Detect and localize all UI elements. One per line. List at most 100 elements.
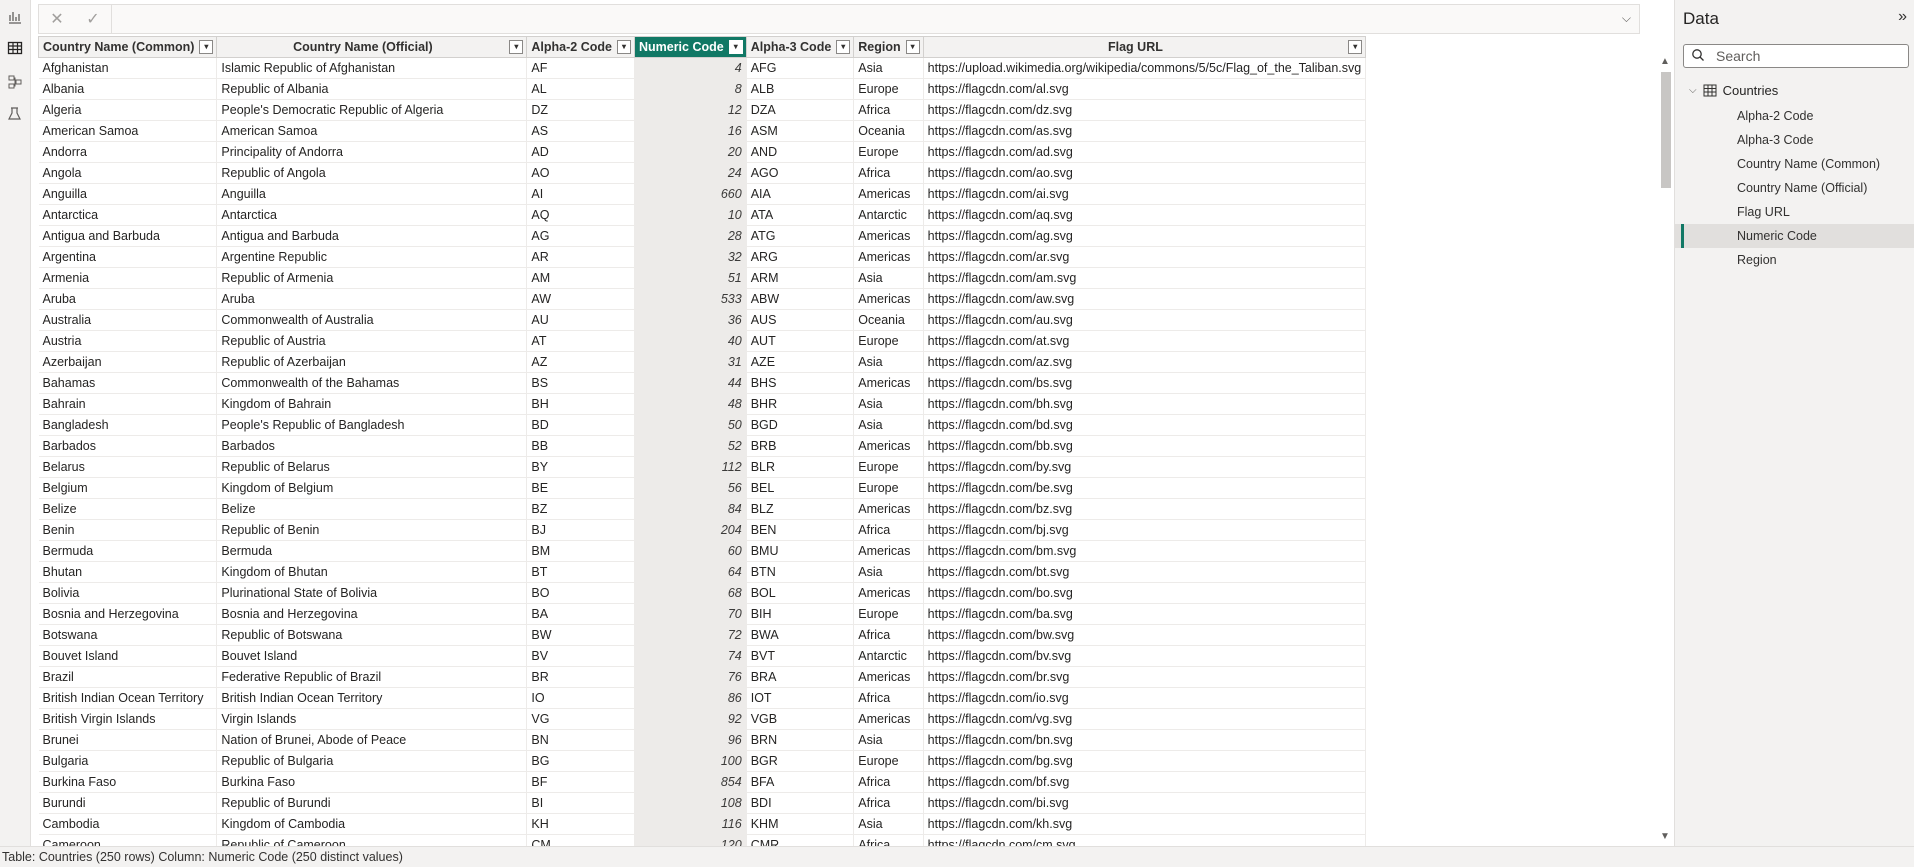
table-cell[interactable]: Azerbaijan xyxy=(38,351,218,373)
table-cell[interactable]: https://flagcdn.com/az.svg xyxy=(923,351,1367,373)
table-cell[interactable]: https://flagcdn.com/bw.svg xyxy=(923,624,1367,646)
table-cell[interactable]: BJ xyxy=(526,519,635,541)
table-cell[interactable]: https://flagcdn.com/ad.svg xyxy=(923,141,1367,163)
table-cell[interactable]: https://flagcdn.com/ao.svg xyxy=(923,162,1367,184)
table-cell[interactable]: Europe xyxy=(853,78,924,100)
table-cell[interactable]: AIA xyxy=(746,183,855,205)
table-cell[interactable]: Andorra xyxy=(38,141,218,163)
table-cell[interactable]: 120 xyxy=(634,834,747,846)
table-cell[interactable]: Antigua and Barbuda xyxy=(38,225,218,247)
filter-dropdown-icon[interactable]: ▾ xyxy=(836,40,851,54)
table-cell[interactable]: https://flagcdn.com/am.svg xyxy=(923,267,1367,289)
table-cell[interactable]: Republic of Albania xyxy=(216,78,528,100)
table-cell[interactable]: BRB xyxy=(746,435,855,457)
filter-dropdown-icon[interactable]: ▾ xyxy=(199,40,214,54)
table-cell[interactable]: 112 xyxy=(634,456,747,478)
filter-dropdown-icon[interactable]: ▾ xyxy=(728,40,743,54)
table-row[interactable]: Bangladesh People's Republic of Banglades… xyxy=(38,414,1367,436)
field-item[interactable]: Country Name (Common) xyxy=(1675,152,1914,176)
field-item[interactable]: Alpha-3 Code xyxy=(1675,128,1914,152)
table-cell[interactable]: Africa xyxy=(853,519,924,541)
table-row[interactable]: Argentina Argentine Republic AR 32 ARG Americ… xyxy=(38,246,1367,268)
table-cell[interactable]: Europe xyxy=(853,141,924,163)
table-cell[interactable]: BOL xyxy=(746,582,855,604)
table-cell[interactable]: Americas xyxy=(853,225,924,247)
column-header[interactable]: Country Name (Common) ▾ xyxy=(38,36,218,58)
table-cell[interactable]: DZA xyxy=(746,99,855,121)
table-cell[interactable]: Americas xyxy=(853,666,924,688)
table-cell[interactable]: People's Republic of Bangladesh xyxy=(216,414,528,436)
filter-dropdown-icon[interactable]: ▾ xyxy=(509,40,524,54)
table-row[interactable]: Burundi Republic of Burundi BI 108 BDI Africa… xyxy=(38,792,1367,814)
table-cell[interactable]: https://flagcdn.com/by.svg xyxy=(923,456,1367,478)
table-cell[interactable]: AG xyxy=(526,225,635,247)
table-cell[interactable]: https://flagcdn.com/ag.svg xyxy=(923,225,1367,247)
table-cell[interactable]: https://flagcdn.com/bz.svg xyxy=(923,498,1367,520)
table-cell[interactable]: https://flagcdn.com/al.svg xyxy=(923,78,1367,100)
table-cell[interactable]: ABW xyxy=(746,288,855,310)
table-row[interactable]: British Indian Ocean Territory British In… xyxy=(38,687,1367,709)
table-row[interactable]: Bahamas Commonwealth of the Bahamas BS 44 BH… xyxy=(38,372,1367,394)
table-cell[interactable]: Brunei xyxy=(38,729,218,751)
table-cell[interactable]: 108 xyxy=(634,792,747,814)
table-cell[interactable]: BE xyxy=(526,477,635,499)
table-cell[interactable]: https://flagcdn.com/bm.svg xyxy=(923,540,1367,562)
table-cell[interactable]: Americas xyxy=(853,372,924,394)
table-cell[interactable]: Principality of Andorra xyxy=(216,141,528,163)
table-cell[interactable]: Antigua and Barbuda xyxy=(216,225,528,247)
table-cell[interactable]: 116 xyxy=(634,813,747,835)
table-cell[interactable]: Argentine Republic xyxy=(216,246,528,268)
table-cell[interactable]: Antarctic xyxy=(853,204,924,226)
table-cell[interactable]: Asia xyxy=(853,561,924,583)
table-cell[interactable]: AO xyxy=(526,162,635,184)
table-cell[interactable]: 28 xyxy=(634,225,747,247)
table-cell[interactable]: BI xyxy=(526,792,635,814)
table-cell[interactable]: British Indian Ocean Territory xyxy=(216,687,528,709)
field-item[interactable]: Country Name (Official) xyxy=(1675,176,1914,200)
table-cell[interactable]: Republic of Angola xyxy=(216,162,528,184)
table-cell[interactable]: BRA xyxy=(746,666,855,688)
table-cell[interactable]: 76 xyxy=(634,666,747,688)
table-cell[interactable]: https://flagcdn.com/at.svg xyxy=(923,330,1367,352)
table-cell[interactable]: ALB xyxy=(746,78,855,100)
table-cell[interactable]: ATA xyxy=(746,204,855,226)
table-cell[interactable]: Cambodia xyxy=(38,813,218,835)
table-cell[interactable]: Americas xyxy=(853,183,924,205)
table-cell[interactable]: Virgin Islands xyxy=(216,708,528,730)
table-view-button[interactable] xyxy=(4,37,26,59)
table-cell[interactable]: Asia xyxy=(853,813,924,835)
table-cell[interactable]: AUS xyxy=(746,309,855,331)
table-row[interactable]: Bosnia and Herzegovina Bosnia and Herzego… xyxy=(38,603,1367,625)
table-cell[interactable]: BGR xyxy=(746,750,855,772)
table-cell[interactable]: Bahamas xyxy=(38,372,218,394)
table-cell[interactable]: 100 xyxy=(634,750,747,772)
table-cell[interactable]: BRN xyxy=(746,729,855,751)
check-icon[interactable]: ✓ xyxy=(86,9,99,29)
table-row[interactable]: Botswana Republic of Botswana BW 72 BWA Afric… xyxy=(38,624,1367,646)
table-cell[interactable]: BVT xyxy=(746,645,855,667)
table-cell[interactable]: Nation of Brunei, Abode of Peace xyxy=(216,729,528,751)
table-cell[interactable]: Asia xyxy=(853,393,924,415)
column-header[interactable]: Alpha-2 Code ▾ xyxy=(526,36,635,58)
table-cell[interactable]: CMR xyxy=(746,834,855,846)
table-cell[interactable]: BD xyxy=(526,414,635,436)
table-cell[interactable]: Islamic Republic of Afghanistan xyxy=(216,57,528,79)
table-cell[interactable]: Plurinational State of Bolivia xyxy=(216,582,528,604)
table-row[interactable]: Australia Commonwealth of Australia AU 36 AU… xyxy=(38,309,1367,331)
table-cell[interactable]: https://flagcdn.com/bo.svg xyxy=(923,582,1367,604)
table-cell[interactable]: BY xyxy=(526,456,635,478)
table-cell[interactable]: 16 xyxy=(634,120,747,142)
table-row[interactable]: Cameroon Republic of Cameroon CM 120 CMR Afri… xyxy=(38,834,1367,846)
table-cell[interactable]: IO xyxy=(526,687,635,709)
table-cell[interactable]: AT xyxy=(526,330,635,352)
table-cell[interactable]: British Indian Ocean Territory xyxy=(38,687,218,709)
table-cell[interactable]: Antarctica xyxy=(38,204,218,226)
table-cell[interactable]: Africa xyxy=(853,687,924,709)
table-cell[interactable]: AM xyxy=(526,267,635,289)
table-cell[interactable]: Kingdom of Belgium xyxy=(216,477,528,499)
table-cell[interactable]: Oceania xyxy=(853,309,924,331)
table-cell[interactable]: Americas xyxy=(853,246,924,268)
table-cell[interactable]: 60 xyxy=(634,540,747,562)
table-cell[interactable]: BN xyxy=(526,729,635,751)
table-cell[interactable]: BO xyxy=(526,582,635,604)
